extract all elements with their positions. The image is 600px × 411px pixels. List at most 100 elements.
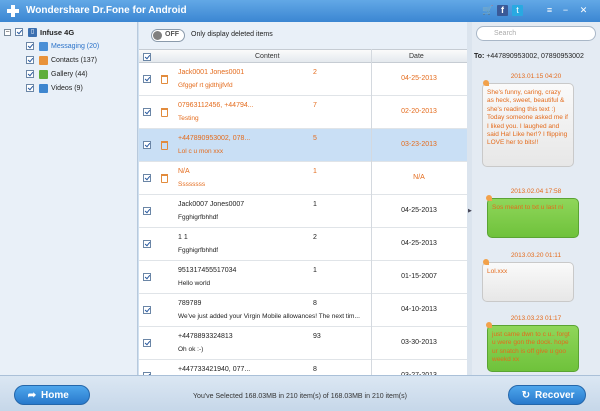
sidebar-item[interactable]: Messaging (20) bbox=[0, 40, 138, 53]
twitter-icon[interactable]: t bbox=[512, 5, 523, 16]
table-row[interactable]: N/A Ssssssss 1 N/A bbox=[139, 162, 467, 195]
collapse-icon[interactable]: − bbox=[4, 29, 11, 36]
incoming-message-bubble: Lol.xxx bbox=[482, 262, 574, 302]
toggle-state-label: OFF bbox=[165, 31, 179, 38]
device-node[interactable]: − ▯ Infuse 4G bbox=[0, 26, 138, 39]
home-button[interactable]: ➦ Home bbox=[14, 385, 90, 405]
table-body: Jack0001 Jones0001 Gfggef rt gjdthjjfvfd 2… bbox=[139, 63, 467, 375]
sidebar-item-label: Contacts (137) bbox=[51, 57, 97, 64]
close-icon[interactable]: ✕ bbox=[578, 5, 589, 16]
cart-icon[interactable]: 🛒 bbox=[482, 5, 493, 16]
message-timestamp: 2013.03.23 01:17 bbox=[510, 315, 562, 322]
minimize-icon[interactable]: − bbox=[560, 5, 571, 16]
row-preview: Hello world bbox=[178, 280, 211, 287]
device-checkbox[interactable] bbox=[15, 28, 23, 36]
search-input[interactable]: Search bbox=[476, 26, 596, 41]
row-checkbox[interactable] bbox=[143, 108, 151, 116]
row-date: 03-23-2013 bbox=[401, 141, 437, 148]
table-row[interactable]: 07963112456, +44794... Testing 7 02-20-2013 bbox=[139, 96, 467, 129]
row-sender: +447890953002, 078... bbox=[178, 135, 251, 142]
row-sender: Jack0001 Jones0001 bbox=[178, 69, 245, 76]
row-preview: Testing bbox=[178, 115, 199, 122]
row-checkbox[interactable] bbox=[143, 339, 151, 347]
table-header: Content Date bbox=[139, 49, 467, 63]
deleted-trash-icon bbox=[161, 174, 168, 183]
message-marker-icon bbox=[486, 322, 492, 328]
row-preview: Ssssssss bbox=[178, 181, 206, 188]
sidebar-item[interactable]: Videos (9) bbox=[0, 82, 138, 95]
table-row[interactable]: Jack0001 Jones0001 Gfggef rt gjdthjjfvfd 2… bbox=[139, 63, 467, 96]
row-sender: +4478893324813 bbox=[178, 333, 233, 340]
column-date[interactable]: Date bbox=[409, 53, 424, 60]
row-sender: 951317455517034 bbox=[178, 267, 237, 274]
row-preview: Gfggef rt gjdthjjfvfd bbox=[178, 82, 233, 89]
sidebar-item-checkbox[interactable] bbox=[26, 70, 34, 78]
app-logo-icon bbox=[7, 5, 19, 17]
message-marker-icon bbox=[483, 259, 489, 265]
row-checkbox[interactable] bbox=[143, 75, 151, 83]
sidebar-item-label: Gallery (44) bbox=[51, 71, 88, 78]
row-checkbox[interactable] bbox=[143, 141, 151, 149]
to-label: To: bbox=[474, 53, 485, 60]
message-marker-icon bbox=[483, 80, 489, 86]
row-count: 1 bbox=[313, 168, 317, 175]
row-sender: N/A bbox=[178, 168, 190, 175]
row-checkbox[interactable] bbox=[143, 306, 151, 314]
table-row[interactable]: Jack0007 Jones0007 Fgghigrfbhhdf 1 04-25-20… bbox=[139, 195, 467, 228]
recover-button[interactable]: ↻ Recover bbox=[508, 385, 586, 405]
sidebar: − ▯ Infuse 4G Messaging (20) Contacts (13… bbox=[0, 22, 138, 375]
row-sender: +447733421940, 077... bbox=[178, 366, 251, 373]
message-marker-icon bbox=[486, 195, 492, 201]
recover-arrow-icon: ↻ bbox=[521, 390, 531, 401]
message-list-panel: OFF Only display deleted items Content D… bbox=[139, 22, 467, 375]
menu-icon[interactable]: ≡ bbox=[544, 5, 555, 16]
deleted-only-toggle[interactable]: OFF bbox=[151, 29, 185, 42]
row-count: 5 bbox=[313, 135, 317, 142]
row-count: 93 bbox=[313, 333, 321, 340]
table-row[interactable]: 789789 We've just added your Virgin Mobil… bbox=[139, 294, 467, 327]
row-checkbox[interactable] bbox=[143, 174, 151, 182]
sidebar-item-checkbox[interactable] bbox=[26, 84, 34, 92]
row-preview: Lol c u mon xxx bbox=[178, 148, 224, 155]
bottom-bar: ➦ Home You've Selected 168.03MB in 210 it… bbox=[0, 375, 600, 411]
sidebar-item-label: Messaging (20) bbox=[51, 43, 100, 50]
select-all-checkbox[interactable] bbox=[143, 53, 151, 61]
incoming-message-bubble: She's funny, caring, crazy as heck, swee… bbox=[482, 83, 574, 167]
table-row[interactable]: +4478893324813 Oh ok :-) 93 03-30-2013 bbox=[139, 327, 467, 360]
recipient-header: To: +447890953002, 07890953002 bbox=[474, 52, 598, 61]
column-content[interactable]: Content bbox=[255, 53, 280, 60]
table-row[interactable]: 1 1 Fgghigrfbhhdf 2 04-25-2013 bbox=[139, 228, 467, 261]
row-sender: Jack0007 Jones0007 bbox=[178, 201, 245, 208]
sidebar-item-checkbox[interactable] bbox=[26, 56, 34, 64]
gallery-icon bbox=[39, 70, 48, 79]
title-bar: Wondershare Dr.Fone for Android 🛒 f t ≡ … bbox=[0, 0, 600, 22]
deleted-trash-icon bbox=[161, 108, 168, 117]
row-date: 04-25-2013 bbox=[401, 240, 437, 247]
deleted-trash-icon bbox=[161, 75, 168, 84]
row-date: 04-25-2013 bbox=[401, 207, 437, 214]
table-row[interactable]: +447890953002, 078... Lol c u mon xxx 5 03-… bbox=[139, 129, 467, 162]
table-row[interactable]: 951317455517034 Hello world 1 01-15-2007 bbox=[139, 261, 467, 294]
row-checkbox[interactable] bbox=[143, 207, 151, 215]
filter-toolbar: OFF Only display deleted items bbox=[139, 22, 467, 49]
sidebar-item-checkbox[interactable] bbox=[26, 42, 34, 50]
contacts-icon bbox=[39, 56, 48, 65]
facebook-icon[interactable]: f bbox=[497, 5, 508, 16]
toggle-description: Only display deleted items bbox=[191, 31, 273, 38]
row-sender: 07963112456, +44794... bbox=[178, 102, 254, 109]
row-checkbox[interactable] bbox=[143, 273, 151, 281]
sidebar-item[interactable]: Gallery (44) bbox=[0, 68, 138, 81]
sidebar-item[interactable]: Contacts (137) bbox=[0, 54, 138, 67]
home-label: Home bbox=[41, 390, 69, 401]
table-row[interactable]: +447733421940, 077...stil no go on outlo… bbox=[139, 360, 467, 375]
app-title: Wondershare Dr.Fone for Android bbox=[26, 5, 187, 16]
row-checkbox[interactable] bbox=[143, 240, 151, 248]
row-count: 1 bbox=[313, 201, 317, 208]
row-date: 04-10-2013 bbox=[401, 306, 437, 313]
row-preview: Fgghigrfbhhdf bbox=[178, 214, 219, 221]
outgoing-message-bubble: just came dwn to c u.. forgt u were gon … bbox=[487, 325, 579, 372]
deleted-trash-icon bbox=[161, 141, 168, 150]
row-count: 2 bbox=[313, 69, 317, 76]
message-timestamp: 2013.03.20 01:11 bbox=[510, 252, 562, 259]
video-icon bbox=[39, 84, 48, 93]
